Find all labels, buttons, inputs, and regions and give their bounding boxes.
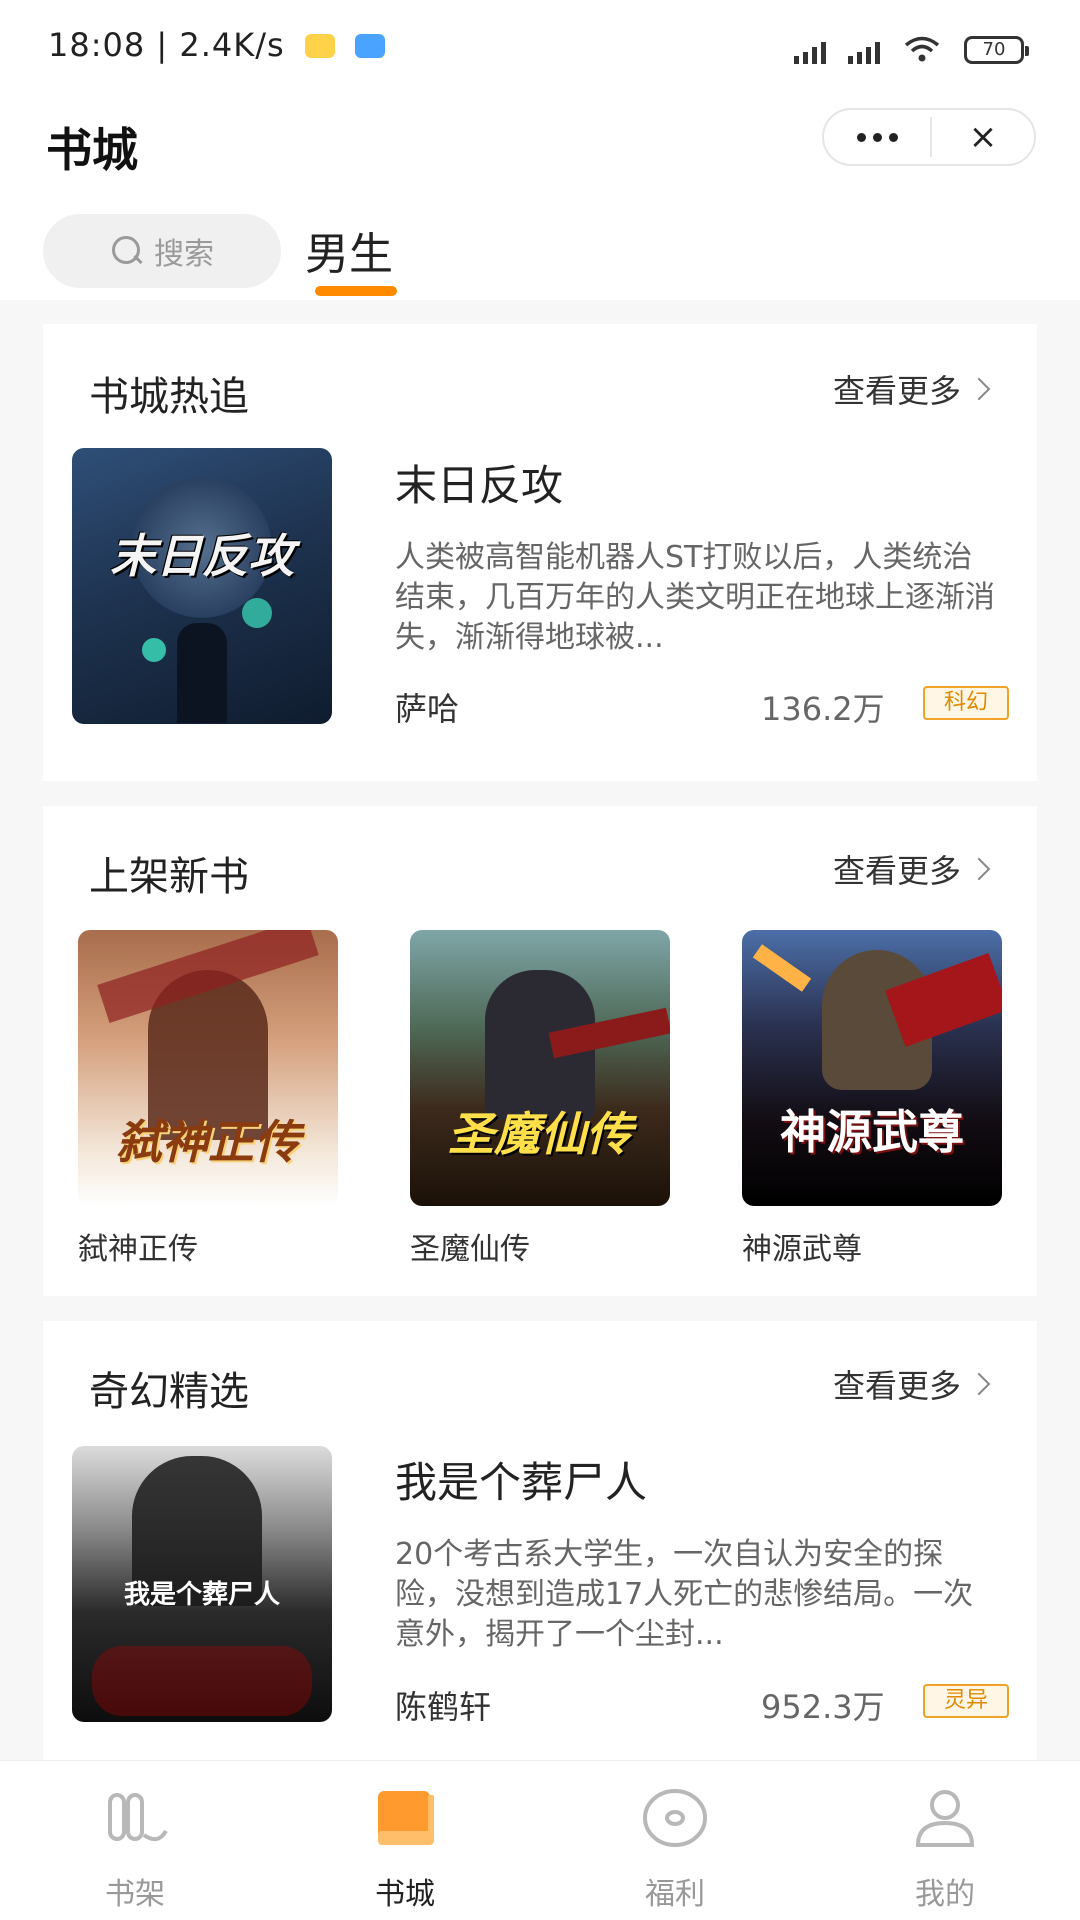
- view-more-label: 查看更多: [832, 1367, 961, 1405]
- book-name[interactable]: 弑神正传: [78, 1224, 198, 1268]
- status-time: 18:08 | 2.4K/s: [48, 26, 285, 64]
- cover-title: 弑神正传: [116, 1115, 300, 1169]
- section-title: 书城热追: [89, 374, 249, 420]
- chevron-right-icon: [967, 1372, 991, 1396]
- welfare-icon: [643, 1789, 707, 1847]
- nav-item-profile[interactable]: 我的: [810, 1761, 1080, 1920]
- profile-icon: [915, 1790, 975, 1847]
- search-input[interactable]: 搜索: [43, 214, 281, 288]
- book-author: 陈鹤轩: [395, 1688, 492, 1726]
- chevron-right-icon: [967, 377, 991, 401]
- book-cover[interactable]: 末日反攻: [72, 448, 332, 724]
- cover-title: 神源武尊: [780, 1105, 964, 1159]
- page-title: 书城: [46, 123, 138, 177]
- fantasy-section: 奇幻精选 查看更多 我是个葬尸人 我是个葬尸人 20个考古系大学生，一次自认为安…: [43, 1321, 1037, 1760]
- book-name[interactable]: 末日反攻: [395, 452, 563, 513]
- book-cover[interactable]: 弑神正传: [78, 930, 338, 1206]
- close-button[interactable]: ×: [932, 110, 1034, 164]
- tab-active-indicator: [315, 286, 397, 296]
- view-more-label: 查看更多: [832, 372, 961, 410]
- new-books-section: 上架新书 查看更多 弑神正传 弑神正传 圣魔仙传 圣魔仙传 神源武尊 神源武尊: [43, 806, 1037, 1296]
- book-cover[interactable]: 神源武尊: [742, 930, 1002, 1206]
- mini-program-capsule: ×: [822, 108, 1036, 166]
- signal-icon: [794, 40, 826, 64]
- hot-section: 书城热追 查看更多 末日反攻 末日反攻 人类被高智能机器人ST打败以后，人类统治…: [43, 324, 1037, 781]
- book-cover[interactable]: 我是个葬尸人: [72, 1446, 332, 1722]
- chevron-right-icon: [967, 857, 991, 881]
- view-more-link[interactable]: 查看更多: [832, 366, 991, 412]
- search-tab-row: 搜索 男生: [0, 202, 1080, 300]
- cover-title: 圣魔仙传: [448, 1107, 632, 1161]
- nav-item-welfare[interactable]: 福利: [540, 1761, 810, 1920]
- cover-title: 我是个葬尸人: [123, 1580, 280, 1610]
- nav-item-bookstore[interactable]: 书城: [270, 1761, 540, 1920]
- nav-label: 书架: [105, 1877, 165, 1912]
- book-description: 人类被高智能机器人ST打败以后，人类统治结束，几百万年的人类文明正在地球上逐渐消…: [395, 540, 995, 655]
- more-dots-icon: [888, 132, 898, 142]
- book-author: 萨哈: [395, 690, 460, 728]
- nav-label: 福利: [645, 1877, 705, 1912]
- view-more-label: 查看更多: [832, 852, 961, 890]
- header: 书城 ×: [0, 92, 1080, 202]
- cover-title: 末日反攻: [110, 529, 294, 583]
- wifi-icon: [904, 36, 940, 62]
- book-name[interactable]: 我是个葬尸人: [395, 1449, 647, 1510]
- bookstore-icon: [378, 1791, 434, 1845]
- nav-item-bookshelf[interactable]: 书架: [0, 1761, 270, 1920]
- bottom-nav: 书架 书城 福利 我的: [0, 1760, 1080, 1920]
- search-icon: [110, 234, 144, 268]
- section-title: 奇幻精选: [89, 1369, 249, 1415]
- nav-label: 书城: [375, 1877, 435, 1912]
- more-dots-icon: [856, 132, 866, 142]
- status-bar: 18:08 | 2.4K/s 70: [0, 0, 1080, 92]
- signal-icon: [848, 40, 880, 64]
- search-placeholder: 搜索: [154, 237, 214, 272]
- book-name[interactable]: 神源武尊: [742, 1224, 862, 1268]
- book-cover[interactable]: 圣魔仙传: [410, 930, 670, 1206]
- book-readers-count: 136.2万: [761, 690, 885, 728]
- nav-label: 我的: [915, 1877, 975, 1912]
- more-dots-icon: [872, 132, 882, 142]
- genre-badge: 科幻: [923, 686, 1009, 720]
- bookshelf-icon: [108, 1793, 168, 1842]
- tab-male[interactable]: 男生: [305, 218, 393, 282]
- notification-app-icon: [305, 34, 335, 58]
- more-button[interactable]: [824, 110, 930, 164]
- notification-app-icon: [355, 34, 385, 58]
- section-title: 上架新书: [89, 854, 249, 900]
- genre-badge: 灵异: [923, 1684, 1009, 1718]
- view-more-link[interactable]: 查看更多: [832, 1361, 991, 1407]
- battery-icon: 70: [964, 36, 1029, 64]
- book-name[interactable]: 圣魔仙传: [410, 1224, 530, 1268]
- book-readers-count: 952.3万: [761, 1688, 885, 1726]
- view-more-link[interactable]: 查看更多: [832, 846, 991, 892]
- book-description: 20个考古系大学生，一次自认为安全的探险，没想到造成17人死亡的悲惨结局。一次意…: [395, 1537, 974, 1652]
- status-icons: 70: [794, 30, 1029, 64]
